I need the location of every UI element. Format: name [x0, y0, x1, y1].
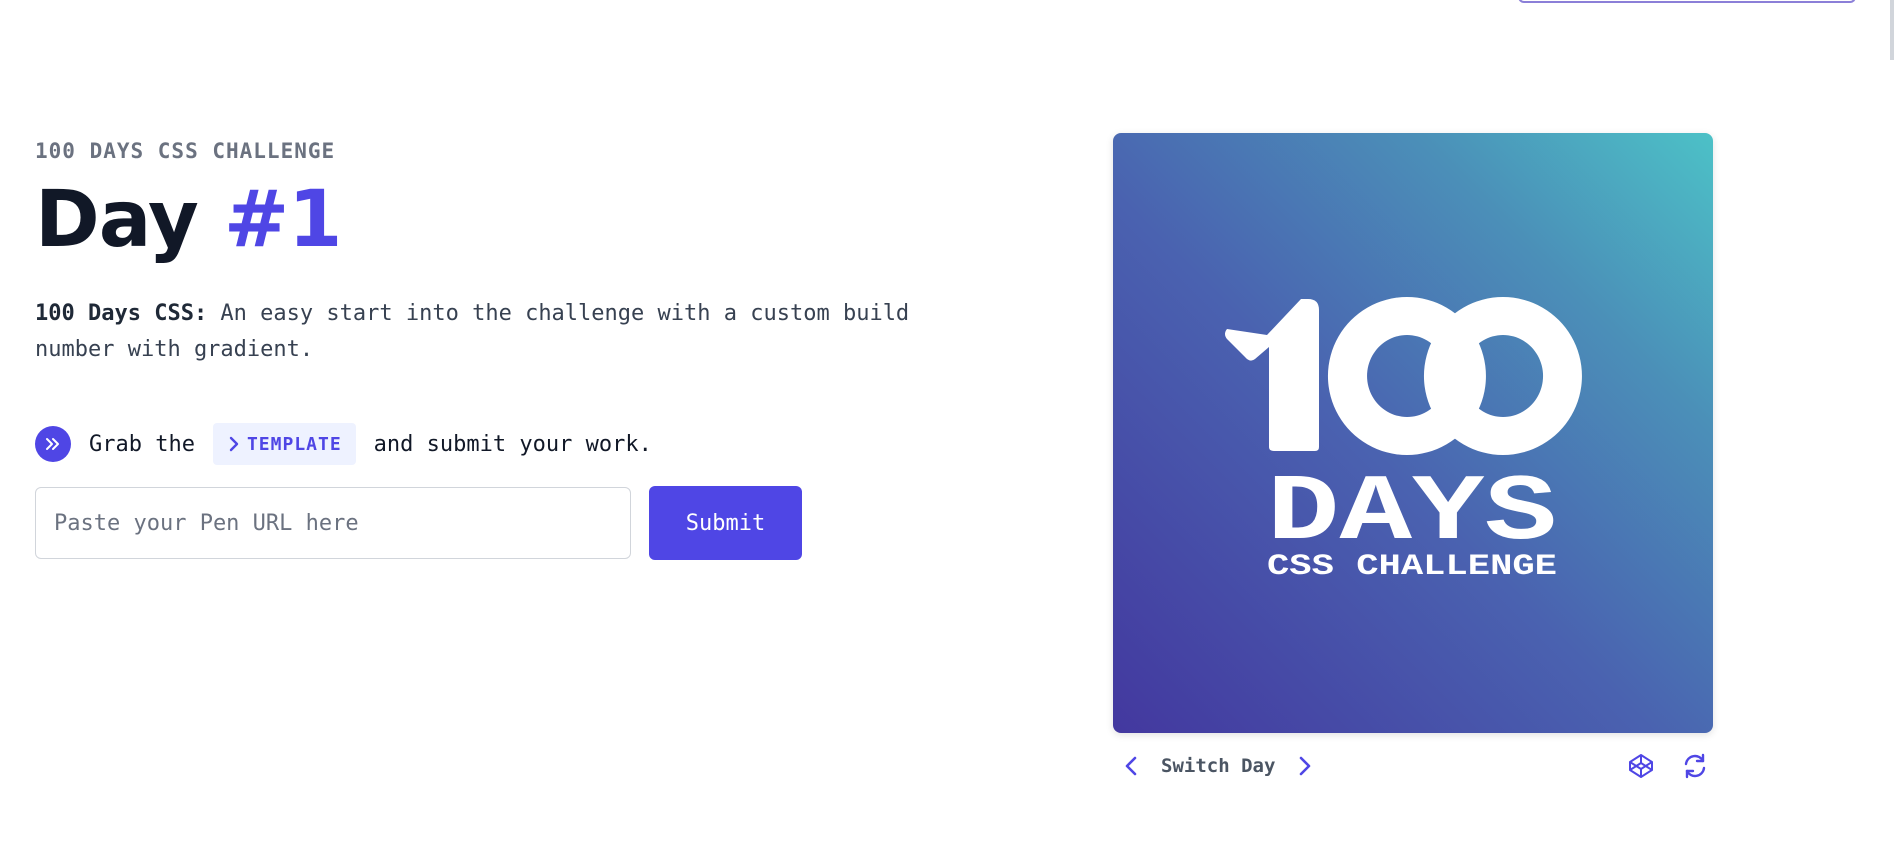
- previous-day-button[interactable]: [1113, 748, 1149, 784]
- chevron-left-icon: [1125, 756, 1137, 776]
- pen-url-input[interactable]: [35, 487, 631, 559]
- scrollbar[interactable]: [1890, 0, 1894, 60]
- submit-form: Submit: [35, 486, 935, 560]
- chevron-right-icon: [1300, 756, 1311, 776]
- eyebrow-label: 100 DAYS CSS CHALLENGE: [35, 139, 336, 163]
- day-controls: Switch Day: [1113, 748, 1713, 784]
- logo-digit-zero-2: [1423, 297, 1582, 456]
- challenge-preview: DAYS CSS CHALLENGE: [1113, 133, 1713, 733]
- chevron-right-icon: [229, 436, 239, 452]
- refresh-button[interactable]: [1677, 748, 1713, 784]
- description: 100 Days CSS: An easy start into the cha…: [35, 296, 935, 368]
- open-codepen-button[interactable]: [1623, 748, 1659, 784]
- logo-digit-one: [1225, 299, 1319, 451]
- title-word: Day: [35, 175, 199, 265]
- double-chevron-right-icon: [35, 426, 71, 462]
- grab-prefix: Grab the: [89, 431, 195, 457]
- next-day-button[interactable]: [1287, 748, 1323, 784]
- day-number: #1: [223, 175, 343, 265]
- switch-day-label: Switch Day: [1161, 755, 1276, 777]
- grab-suffix: and submit your work.: [373, 431, 652, 457]
- codepen-icon: [1629, 754, 1653, 778]
- refresh-icon: [1684, 753, 1706, 779]
- 100-days-logo: DAYS CSS CHALLENGE: [1225, 297, 1582, 584]
- page: 100 DAYS CSS CHALLENGE Day #1 100 Days CS…: [0, 0, 1894, 841]
- page-title: Day #1: [35, 174, 935, 266]
- logo-subtitle: CSS CHALLENGE: [1267, 550, 1557, 584]
- template-label: TEMPLATE: [246, 433, 342, 455]
- description-lead: 100 Days CSS:: [35, 301, 208, 326]
- template-link[interactable]: TEMPLATE: [212, 423, 356, 465]
- top-banner-edge: [1518, 0, 1856, 3]
- submit-button[interactable]: Submit: [649, 486, 802, 560]
- template-row: Grab the TEMPLATE and submit your work.: [35, 422, 935, 466]
- challenge-info: 100 DAYS CSS CHALLENGE Day #1 100 Days CS…: [35, 138, 935, 560]
